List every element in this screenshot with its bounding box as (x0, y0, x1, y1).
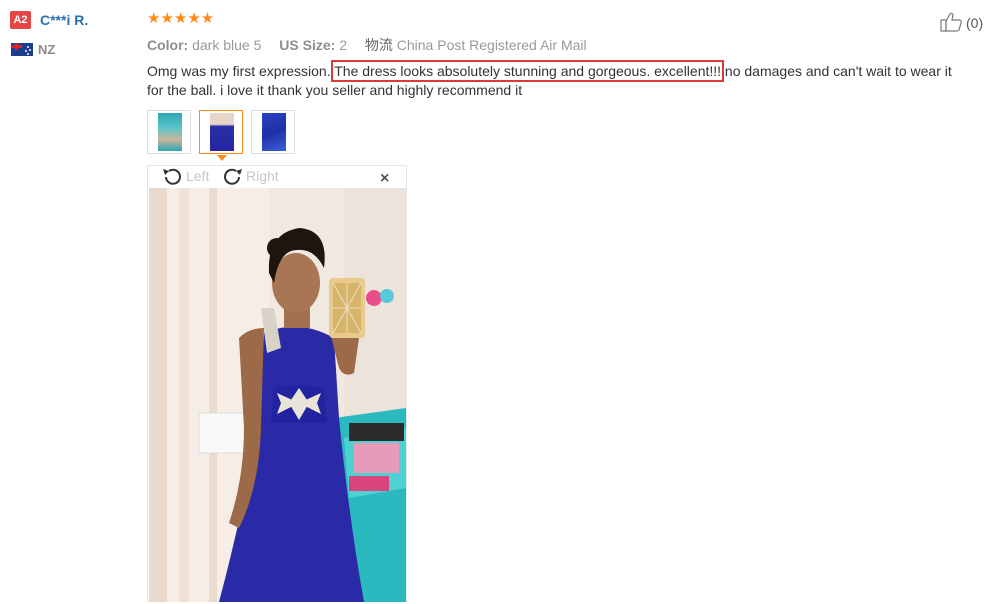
review-photo-thumbnail-3[interactable] (251, 110, 295, 154)
color-label: Color: (147, 37, 189, 53)
rotate-left-button[interactable]: Left (186, 168, 209, 184)
review-highlight: The dress looks absolutely stunning and … (331, 60, 725, 82)
size-value: 2 (339, 37, 347, 53)
shipping-value: China Post Registered Air Mail (396, 37, 587, 53)
order-attributes: Color: dark blue 5 US Size: 2 物流 China P… (147, 36, 587, 54)
nz-flag-icon (11, 43, 33, 56)
helpful-count: (0) (966, 15, 984, 31)
rotate-right-button[interactable]: Right (246, 168, 279, 184)
color-value: dark blue 5 (192, 37, 262, 53)
review-photo-thumbnail-1[interactable] (147, 110, 191, 154)
review-text: Omg was my first expression. The dress l… (147, 60, 967, 100)
rotate-left-icon[interactable] (160, 166, 184, 188)
close-viewer-icon[interactable]: × (380, 170, 389, 188)
thumbs-up-icon[interactable] (940, 12, 964, 32)
rotate-right-icon[interactable] (221, 166, 245, 188)
selected-thumbnail-caret (217, 155, 227, 161)
reviewer-country: NZ (38, 42, 56, 57)
user-level-badge: A2 (10, 11, 31, 29)
star-rating: ★★★★★ (147, 10, 215, 27)
review-photo-large (149, 188, 406, 602)
review-photo-thumbnail-2[interactable] (199, 110, 243, 154)
shipping-label: 物流 (364, 37, 393, 53)
review-text-start: Omg was my first expression. (147, 63, 335, 79)
size-label: US Size: (279, 37, 336, 53)
reviewer-name[interactable]: C***i R. (40, 11, 88, 29)
